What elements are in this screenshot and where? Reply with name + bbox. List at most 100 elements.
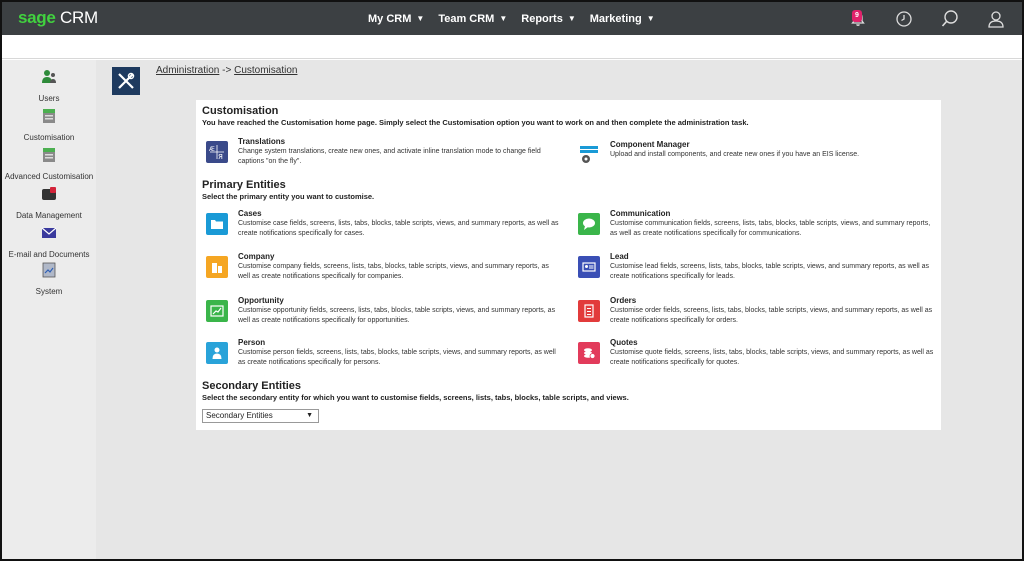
sidebar-item-label: Users [38, 94, 60, 103]
entity-description: Customise quote fields, screens, lists, … [610, 349, 934, 366]
entity-communication[interactable]: Communication Customise communication fi… [574, 209, 934, 245]
nav-marketing[interactable]: Marketing ▼ [590, 13, 655, 25]
svg-text:Я: Я [218, 153, 223, 161]
main-content: Administration -> Customisation Customis… [96, 60, 1022, 559]
select-value: Secondary Entities [206, 411, 273, 420]
entity-cases[interactable]: Cases Customise case fields, screens, li… [202, 209, 562, 245]
sidebar-item-users[interactable]: Users [2, 69, 96, 106]
entity-title: Company [238, 252, 275, 261]
bell-icon[interactable]: 9 [846, 7, 870, 31]
building-icon [206, 256, 228, 278]
sidebar-item-data-management[interactable]: Data Management [2, 186, 96, 223]
entity-opportunity[interactable]: Opportunity Customise opportunity fields… [202, 296, 562, 332]
customisation-title: Customisation [202, 105, 279, 117]
secondary-entities-title: Secondary Entities [202, 380, 302, 392]
chevron-down-icon: ▼ [306, 412, 313, 419]
entity-title: Lead [610, 252, 629, 261]
users-icon [42, 70, 56, 83]
entity-description: Customise order fields, screens, lists, … [610, 307, 933, 324]
option-title: Component Manager [610, 140, 690, 149]
customisation-panel: Customisation You have reached the Custo… [196, 100, 941, 430]
logo-brand: sage [18, 8, 56, 27]
sidebar-item-label: Advanced Customisation [4, 172, 94, 181]
search-icon[interactable] [938, 7, 962, 31]
entity-title: Cases [238, 209, 262, 218]
entity-lead[interactable]: Lead Customise lead fields, screens, lis… [574, 252, 934, 288]
sidebar-item-label: Data Management [16, 211, 82, 220]
sub-bar [2, 35, 1022, 59]
entity-company[interactable]: Company Customise company fields, screen… [202, 252, 562, 288]
customisation-icon [43, 109, 55, 123]
folder-icon [206, 213, 228, 235]
chart-icon [206, 300, 228, 322]
entity-person[interactable]: Person Customise person fields, screens,… [202, 338, 562, 374]
breadcrumb: Administration -> Customisation [156, 65, 297, 76]
data-management-icon [42, 187, 56, 200]
translation-icon: ÆЯ [206, 141, 228, 163]
nav-label: Marketing [589, 12, 642, 25]
secondary-entities-select[interactable]: Secondary Entities ▼ [202, 409, 319, 423]
caret-down-icon: ▼ [499, 14, 508, 23]
customisation-intro: You have reached the Customisation home … [202, 118, 749, 127]
sidebar-item-label: System [35, 287, 63, 296]
id-card-icon [578, 256, 600, 278]
sidebar-item-label: E-mail and Documents [8, 250, 90, 259]
nav-my-crm[interactable]: My CRM ▼ [368, 13, 424, 25]
person-icon [206, 342, 228, 364]
nav-team-crm[interactable]: Team CRM ▼ [438, 13, 507, 25]
primary-entities-subtitle: Select the primary entity you want to cu… [202, 192, 375, 201]
entity-description: Customise case fields, screens, lists, t… [238, 220, 559, 237]
user-icon[interactable] [984, 7, 1008, 31]
nav-label: My CRM [368, 12, 412, 25]
logo-product: CRM [60, 8, 98, 27]
component-manager-option[interactable]: Component Manager Upload and install com… [574, 140, 934, 176]
app-logo[interactable]: sage CRM [18, 8, 98, 28]
caret-down-icon: ▼ [567, 14, 576, 23]
breadcrumb-administration[interactable]: Administration [156, 65, 219, 76]
email-icon [41, 227, 57, 238]
speech-bubble-icon [578, 213, 600, 235]
component-manager-icon [578, 144, 600, 166]
translations-option[interactable]: ÆЯ Translations Change system translatio… [202, 137, 562, 173]
option-title: Translations [238, 137, 286, 146]
caret-down-icon: ▼ [416, 14, 425, 23]
nav-reports[interactable]: Reports ▼ [521, 13, 575, 25]
entity-description: Customise lead fields, screens, lists, t… [610, 263, 930, 280]
sidebar-item-label: Customisation [23, 133, 75, 142]
document-icon [578, 300, 600, 322]
sidebar-item-customisation[interactable]: Customisation [2, 108, 96, 145]
main-nav: My CRM ▼ Team CRM ▼ Reports ▼ Marketing ▼ [368, 2, 655, 35]
entity-orders[interactable]: Orders Customise order fields, screens, … [574, 296, 934, 332]
coins-icon [578, 342, 600, 364]
entity-title: Communication [610, 209, 671, 218]
option-description: Upload and install components, and creat… [610, 151, 860, 158]
advanced-customisation-icon [43, 148, 55, 162]
admin-tools-icon [112, 67, 140, 95]
entity-title: Opportunity [238, 296, 284, 305]
nav-label: Reports [521, 12, 563, 25]
breadcrumb-customisation[interactable]: Customisation [234, 65, 297, 76]
option-description: Change system translations, create new o… [238, 148, 541, 165]
top-bar: sage CRM My CRM ▼ Team CRM ▼ Reports ▼ Mark… [2, 2, 1022, 35]
clock-icon[interactable] [892, 7, 916, 31]
entity-description: Customise company fields, screens, lists… [238, 263, 549, 280]
app-window: sage CRM My CRM ▼ Team CRM ▼ Reports ▼ Mark… [0, 0, 1024, 561]
sidebar-item-email-documents[interactable]: E-mail and Documents [2, 225, 96, 262]
entity-quotes[interactable]: Quotes Customise quote fields, screens, … [574, 338, 934, 374]
entity-description: Customise communication fields, screens,… [610, 220, 931, 237]
breadcrumb-separator: -> [222, 65, 232, 76]
admin-sidebar: Users Customisation Advanced Customisati… [2, 60, 96, 559]
notification-badge: 9 [852, 9, 862, 22]
entity-title: Orders [610, 296, 637, 305]
sidebar-item-system[interactable]: System [2, 262, 96, 299]
caret-down-icon: ▼ [646, 14, 655, 23]
entity-title: Person [238, 338, 266, 347]
secondary-entities-subtitle: Select the secondary entity for which yo… [202, 393, 629, 402]
sidebar-item-advanced-customisation[interactable]: Advanced Customisation [2, 147, 96, 184]
entity-description: Customise opportunity fields, screens, l… [238, 307, 556, 324]
entity-description: Customise person fields, screens, lists,… [238, 349, 556, 366]
entity-title: Quotes [610, 338, 638, 347]
primary-entities-title: Primary Entities [202, 179, 286, 191]
system-icon [42, 262, 56, 278]
nav-label: Team CRM [438, 12, 495, 25]
